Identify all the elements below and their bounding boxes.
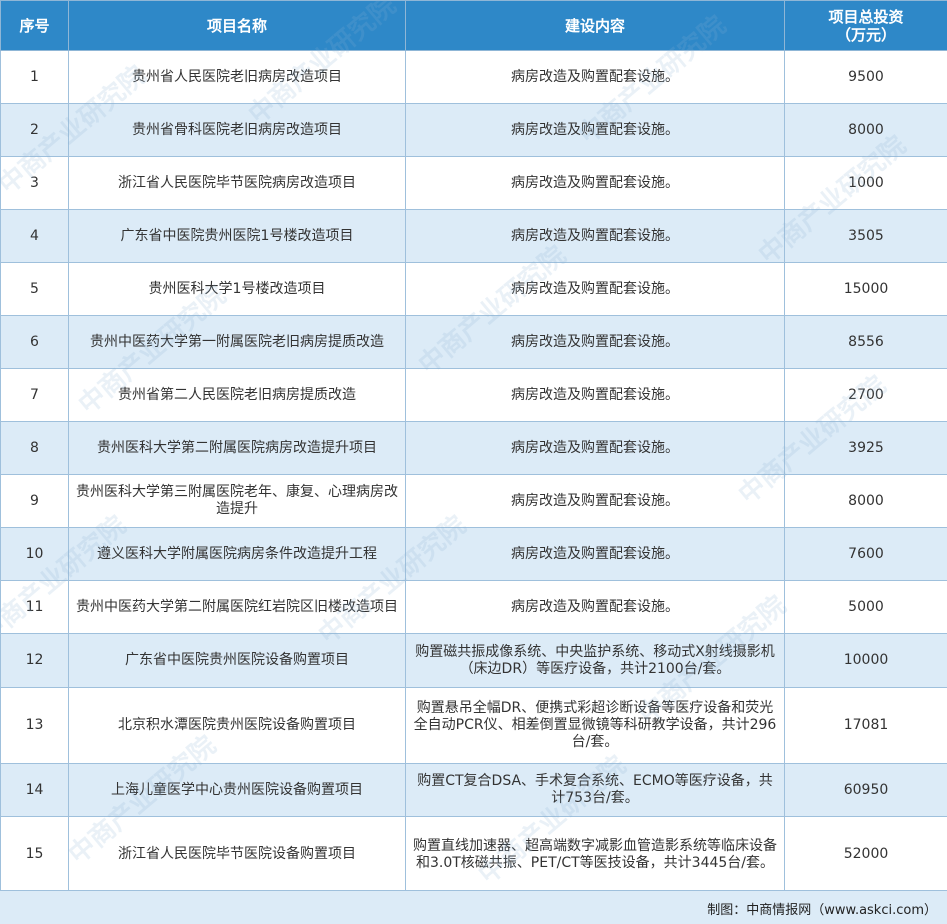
- cell-content: 病房改造及购置配套设施。: [405, 262, 785, 316]
- cell-investment: 10000: [784, 633, 947, 688]
- table-row: 3 浙江省人民医院毕节医院病房改造项目 病房改造及购置配套设施。 1000: [0, 156, 947, 210]
- cell-index: 4: [0, 209, 69, 263]
- cell-name: 广东省中医院贵州医院1号楼改造项目: [68, 209, 406, 263]
- cell-index: 7: [0, 368, 69, 422]
- header-name: 项目名称: [68, 0, 406, 51]
- cell-name: 贵州医科大学1号楼改造项目: [68, 262, 406, 316]
- cell-content: 病房改造及购置配套设施。: [405, 421, 785, 475]
- cell-investment: 5000: [784, 580, 947, 634]
- cell-name: 贵州省人民医院老旧病房改造项目: [68, 50, 406, 104]
- table-row: 7 贵州省第二人民医院老旧病房提质改造 病房改造及购置配套设施。 2700: [0, 368, 947, 422]
- header-index: 序号: [0, 0, 69, 51]
- header-investment-line2: （万元）: [835, 25, 896, 44]
- cell-content: 购置直线加速器、超高端数字减影血管造影系统等临床设备和3.0T核磁共振、PET/…: [405, 816, 785, 893]
- cell-content: 病房改造及购置配套设施。: [405, 50, 785, 104]
- cell-investment: 17081: [784, 687, 947, 764]
- cell-content: 病房改造及购置配套设施。: [405, 580, 785, 634]
- cell-investment: 8000: [784, 103, 947, 157]
- cell-content: 病房改造及购置配套设施。: [405, 368, 785, 422]
- table-row: 11 贵州中医药大学第二附属医院红岩院区旧楼改造项目 病房改造及购置配套设施。 …: [0, 580, 947, 634]
- source-footer: 制图：中商情报网（www.askci.com）: [0, 890, 947, 924]
- project-table-page: 序号 项目名称 建设内容 项目总投资 （万元） 1 贵州省人民医院老旧病房改造项…: [0, 0, 947, 924]
- cell-investment: 60950: [784, 763, 947, 817]
- table-row: 14 上海儿童医学中心贵州医院设备购置项目 购置CT复合DSA、手术复合系统、E…: [0, 763, 947, 817]
- cell-index: 13: [0, 687, 69, 764]
- cell-content: 病房改造及购置配套设施。: [405, 315, 785, 369]
- cell-content: 病房改造及购置配套设施。: [405, 474, 785, 528]
- cell-name: 广东省中医院贵州医院设备购置项目: [68, 633, 406, 688]
- cell-content: 购置悬吊全幅DR、便携式彩超诊断设备等医疗设备和荧光全自动PCR仪、相差倒置显微…: [405, 687, 785, 764]
- table-header-row: 序号 项目名称 建设内容 项目总投资 （万元）: [0, 0, 947, 51]
- cell-index: 5: [0, 262, 69, 316]
- cell-index: 3: [0, 156, 69, 210]
- table-row: 8 贵州医科大学第二附属医院病房改造提升项目 病房改造及购置配套设施。 3925: [0, 421, 947, 475]
- cell-name: 浙江省人民医院毕节医院设备购置项目: [68, 816, 406, 893]
- table-row: 15 浙江省人民医院毕节医院设备购置项目 购置直线加速器、超高端数字减影血管造影…: [0, 816, 947, 893]
- cell-index: 10: [0, 527, 69, 581]
- project-table: 序号 项目名称 建设内容 项目总投资 （万元） 1 贵州省人民医院老旧病房改造项…: [0, 0, 947, 893]
- table-row: 2 贵州省骨科医院老旧病房改造项目 病房改造及购置配套设施。 8000: [0, 103, 947, 157]
- cell-index: 6: [0, 315, 69, 369]
- source-credit: 制图：中商情报网（www.askci.com）: [707, 903, 937, 918]
- cell-investment: 9500: [784, 50, 947, 104]
- header-investment-line1: 项目总投资: [828, 7, 904, 26]
- cell-name: 遵义医科大学附属医院病房条件改造提升工程: [68, 527, 406, 581]
- header-investment: 项目总投资 （万元）: [784, 0, 947, 51]
- table-row: 6 贵州中医药大学第一附属医院老旧病房提质改造 病房改造及购置配套设施。 855…: [0, 315, 947, 369]
- cell-name: 贵州中医药大学第二附属医院红岩院区旧楼改造项目: [68, 580, 406, 634]
- cell-content: 病房改造及购置配套设施。: [405, 527, 785, 581]
- cell-investment: 8556: [784, 315, 947, 369]
- cell-name: 浙江省人民医院毕节医院病房改造项目: [68, 156, 406, 210]
- cell-name: 贵州省骨科医院老旧病房改造项目: [68, 103, 406, 157]
- cell-index: 14: [0, 763, 69, 817]
- cell-name: 贵州医科大学第三附属医院老年、康复、心理病房改造提升: [68, 474, 406, 528]
- cell-index: 1: [0, 50, 69, 104]
- cell-investment: 3505: [784, 209, 947, 263]
- cell-index: 12: [0, 633, 69, 688]
- header-content: 建设内容: [405, 0, 785, 51]
- cell-investment: 8000: [784, 474, 947, 528]
- cell-index: 8: [0, 421, 69, 475]
- cell-content: 病房改造及购置配套设施。: [405, 209, 785, 263]
- table-row: 1 贵州省人民医院老旧病房改造项目 病房改造及购置配套设施。 9500: [0, 50, 947, 104]
- cell-index: 15: [0, 816, 69, 893]
- table-row: 9 贵州医科大学第三附属医院老年、康复、心理病房改造提升 病房改造及购置配套设施…: [0, 474, 947, 528]
- cell-name: 北京积水潭医院贵州医院设备购置项目: [68, 687, 406, 764]
- cell-content: 病房改造及购置配套设施。: [405, 103, 785, 157]
- cell-investment: 15000: [784, 262, 947, 316]
- cell-content: 购置磁共振成像系统、中央监护系统、移动式X射线摄影机（床边DR）等医疗设备，共计…: [405, 633, 785, 688]
- cell-investment: 1000: [784, 156, 947, 210]
- cell-content: 病房改造及购置配套设施。: [405, 156, 785, 210]
- table-row: 12 广东省中医院贵州医院设备购置项目 购置磁共振成像系统、中央监护系统、移动式…: [0, 633, 947, 688]
- cell-name: 贵州省第二人民医院老旧病房提质改造: [68, 368, 406, 422]
- cell-name: 贵州医科大学第二附属医院病房改造提升项目: [68, 421, 406, 475]
- table-row: 13 北京积水潭医院贵州医院设备购置项目 购置悬吊全幅DR、便携式彩超诊断设备等…: [0, 687, 947, 764]
- cell-investment: 52000: [784, 816, 947, 893]
- cell-investment: 3925: [784, 421, 947, 475]
- cell-index: 11: [0, 580, 69, 634]
- table-row: 5 贵州医科大学1号楼改造项目 病房改造及购置配套设施。 15000: [0, 262, 947, 316]
- cell-name: 上海儿童医学中心贵州医院设备购置项目: [68, 763, 406, 817]
- table-row: 4 广东省中医院贵州医院1号楼改造项目 病房改造及购置配套设施。 3505: [0, 209, 947, 263]
- cell-content: 购置CT复合DSA、手术复合系统、ECMO等医疗设备，共计753台/套。: [405, 763, 785, 817]
- cell-investment: 2700: [784, 368, 947, 422]
- cell-index: 2: [0, 103, 69, 157]
- table-row: 10 遵义医科大学附属医院病房条件改造提升工程 病房改造及购置配套设施。 760…: [0, 527, 947, 581]
- cell-index: 9: [0, 474, 69, 528]
- cell-name: 贵州中医药大学第一附属医院老旧病房提质改造: [68, 315, 406, 369]
- cell-investment: 7600: [784, 527, 947, 581]
